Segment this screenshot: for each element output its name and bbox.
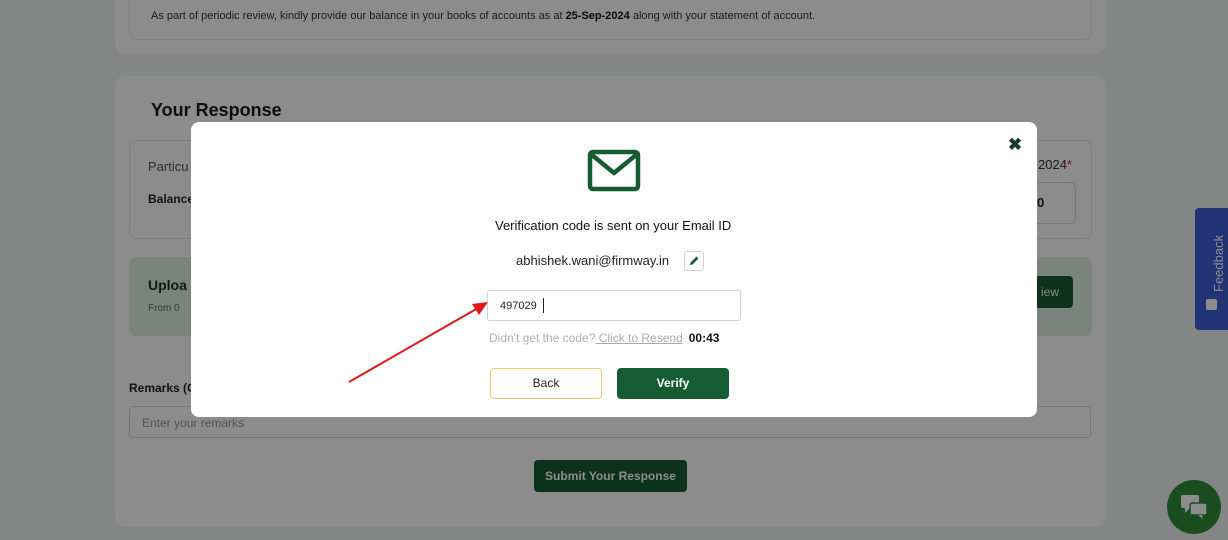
annotation-arrow: [348, 302, 488, 383]
